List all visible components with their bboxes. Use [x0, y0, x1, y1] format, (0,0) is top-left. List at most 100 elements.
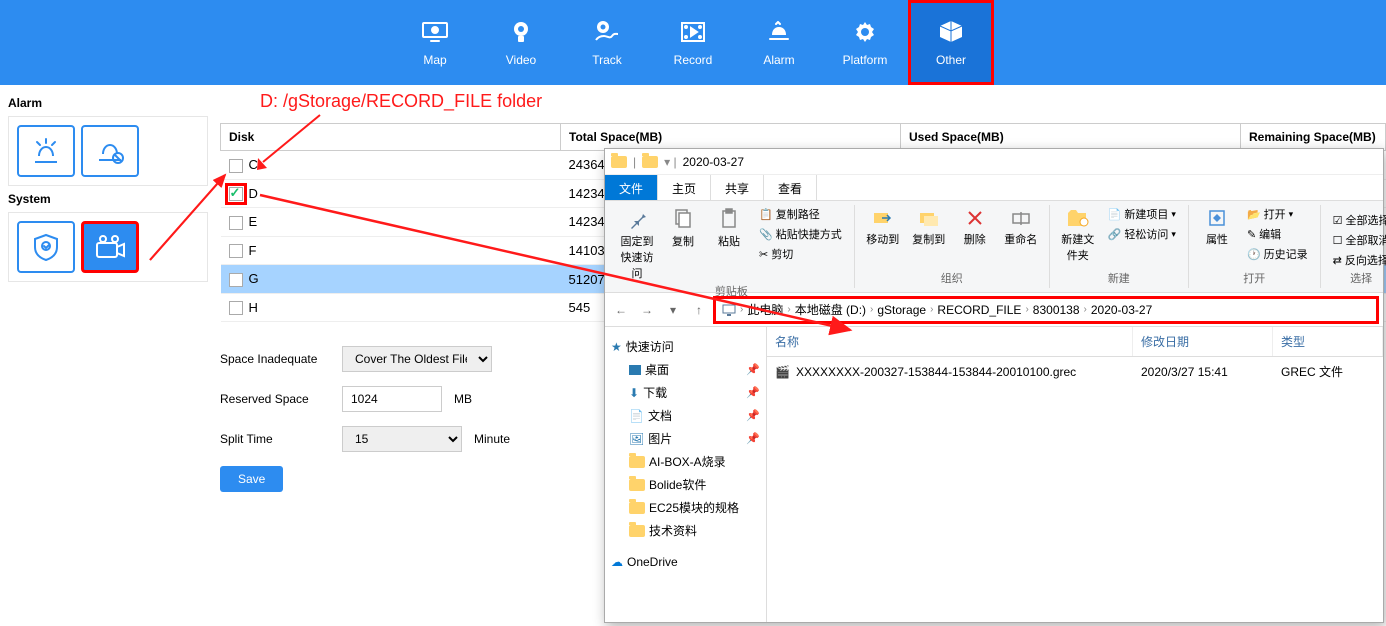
save-button[interactable]: Save: [220, 466, 283, 492]
side-folder1[interactable]: AI-BOX-A烧录: [609, 450, 762, 473]
nav-track-label: Track: [592, 53, 622, 67]
alarm-icon: [764, 19, 794, 45]
col-total[interactable]: Total Space(MB): [561, 124, 901, 151]
disk-checkbox[interactable]: [229, 159, 243, 173]
ribbon-paste[interactable]: 粘贴: [709, 205, 749, 283]
bc-pc[interactable]: 此电脑: [747, 301, 783, 318]
ribbon-edit[interactable]: ✎编辑: [1243, 225, 1312, 243]
explorer-titlebar[interactable]: | ▾ | 2020-03-27: [605, 149, 1383, 175]
col-name-header[interactable]: 名称: [767, 327, 1133, 356]
bc-drive[interactable]: 本地磁盘 (D:): [795, 301, 866, 318]
ribbon-select-none[interactable]: ☐全部取消: [1329, 231, 1386, 249]
side-downloads[interactable]: ⬇下载📌: [609, 381, 762, 404]
side-documents[interactable]: 📄文档📌: [609, 404, 762, 427]
ribbon-copy[interactable]: 复制: [663, 205, 703, 283]
file-row[interactable]: 🎬 XXXXXXXX-200327-153844-153844-20010100…: [767, 357, 1383, 386]
file-list: 名称 修改日期 类型 🎬 XXXXXXXX-200327-153844-1538…: [767, 327, 1383, 622]
side-desktop[interactable]: 桌面📌: [609, 358, 762, 381]
file-name: XXXXXXXX-200327-153844-153844-20010100.g…: [796, 365, 1076, 379]
pc-icon: [722, 303, 736, 317]
nav-alarm[interactable]: Alarm: [736, 0, 822, 85]
system-tile-1[interactable]: [17, 221, 75, 273]
ribbon-new-item[interactable]: 📄新建项目▾: [1104, 205, 1180, 223]
side-onedrive[interactable]: ☁OneDrive: [609, 552, 762, 572]
ribbon-copy-path[interactable]: 📋复制路径: [755, 205, 846, 223]
ribbon-history[interactable]: 🕐历史记录: [1243, 245, 1312, 263]
bc-date[interactable]: 2020-03-27: [1091, 303, 1152, 317]
recent-button[interactable]: ▾: [663, 300, 683, 320]
col-disk[interactable]: Disk: [221, 124, 561, 151]
nav-other-label: Other: [936, 53, 966, 67]
nav-video[interactable]: Video: [478, 0, 564, 85]
tab-home[interactable]: 主页: [658, 175, 711, 200]
video-file-icon: 🎬: [775, 365, 790, 379]
disk-checkbox[interactable]: [229, 187, 243, 201]
split-time-select[interactable]: 15: [342, 426, 462, 452]
disk-letter: H: [249, 300, 258, 315]
up-button[interactable]: ↑: [689, 300, 709, 320]
col-used[interactable]: Used Space(MB): [901, 124, 1241, 151]
split-time-unit: Minute: [474, 432, 510, 446]
bc-gstorage[interactable]: gStorage: [877, 303, 926, 317]
reserved-space-label: Reserved Space: [220, 392, 330, 406]
top-navigation: Map Video Track Record Alarm Platform: [0, 0, 1386, 85]
ribbon-open[interactable]: 📂打开▾: [1243, 205, 1312, 223]
ribbon-copy-to[interactable]: 复制到: [909, 205, 949, 249]
nav-map[interactable]: Map: [392, 0, 478, 85]
disk-checkbox[interactable]: [229, 301, 243, 315]
nav-other[interactable]: Other: [908, 0, 994, 85]
disk-checkbox[interactable]: [229, 273, 243, 287]
nav-platform[interactable]: Platform: [822, 0, 908, 85]
system-tile-record[interactable]: [81, 221, 139, 273]
ribbon-delete[interactable]: 删除: [955, 205, 995, 249]
alarm-tile-2[interactable]: [81, 125, 139, 177]
tab-share[interactable]: 共享: [711, 175, 764, 200]
reserved-space-input[interactable]: [342, 386, 442, 412]
ribbon-paste-shortcut[interactable]: 📎粘贴快捷方式: [755, 225, 846, 243]
annotation-text: D: /gStorage/RECORD_FILE folder: [260, 91, 542, 112]
ribbon-properties[interactable]: 属性: [1197, 205, 1237, 263]
nav-platform-label: Platform: [843, 53, 888, 67]
ribbon-new-folder[interactable]: 新建文件夹: [1058, 205, 1098, 265]
left-panel: Alarm System: [8, 90, 208, 282]
tab-view[interactable]: 查看: [764, 175, 817, 200]
side-pictures[interactable]: 🖼图片📌: [609, 427, 762, 450]
ribbon-pin[interactable]: 固定到快速访问: [617, 205, 657, 283]
side-folder3[interactable]: EC25模块的规格: [609, 496, 762, 519]
explorer-title: 2020-03-27: [683, 155, 744, 169]
gear-icon: [850, 19, 880, 45]
ribbon-select-all[interactable]: ☑全部选择: [1329, 211, 1386, 229]
side-quick-access[interactable]: ★快速访问: [609, 335, 762, 358]
alarm-section-header: Alarm: [8, 96, 208, 110]
bc-recordfile[interactable]: RECORD_FILE: [937, 303, 1021, 317]
disk-checkbox[interactable]: [229, 244, 243, 258]
col-date-header[interactable]: 修改日期: [1133, 327, 1273, 356]
ribbon-easy-access[interactable]: 🔗轻松访问▾: [1104, 225, 1180, 243]
disk-checkbox[interactable]: [229, 216, 243, 230]
file-type: GREC 文件: [1273, 357, 1383, 386]
nav-track[interactable]: Track: [564, 0, 650, 85]
file-date: 2020/3/27 15:41: [1133, 359, 1273, 385]
ribbon-cut[interactable]: ✂剪切: [755, 245, 846, 263]
alarm-tile-1[interactable]: [17, 125, 75, 177]
side-folder2[interactable]: Bolide软件: [609, 473, 762, 496]
col-type-header[interactable]: 类型: [1273, 327, 1383, 356]
bc-id[interactable]: 8300138: [1033, 303, 1080, 317]
nav-alarm-label: Alarm: [763, 53, 794, 67]
col-remain[interactable]: Remaining Space(MB): [1241, 124, 1386, 151]
back-button[interactable]: ←: [611, 300, 631, 320]
breadcrumb[interactable]: › 此电脑› 本地磁盘 (D:)› gStorage› RECORD_FILE›…: [715, 298, 1377, 322]
ribbon-rename[interactable]: 重命名: [1001, 205, 1041, 249]
tab-file[interactable]: 文件: [605, 175, 658, 200]
file-list-header: 名称 修改日期 类型: [767, 327, 1383, 357]
ribbon-invert[interactable]: ⇄反向选择: [1329, 251, 1386, 269]
disk-letter: D: [249, 186, 258, 201]
disk-letter: F: [249, 243, 257, 258]
side-folder4[interactable]: 技术资料: [609, 519, 762, 542]
nav-record[interactable]: Record: [650, 0, 736, 85]
forward-button[interactable]: →: [637, 300, 657, 320]
ribbon-move-to[interactable]: 移动到: [863, 205, 903, 249]
space-inadequate-select[interactable]: Cover The Oldest Files: [342, 346, 492, 372]
nav-record-label: Record: [674, 53, 713, 67]
system-tiles: [8, 212, 208, 282]
